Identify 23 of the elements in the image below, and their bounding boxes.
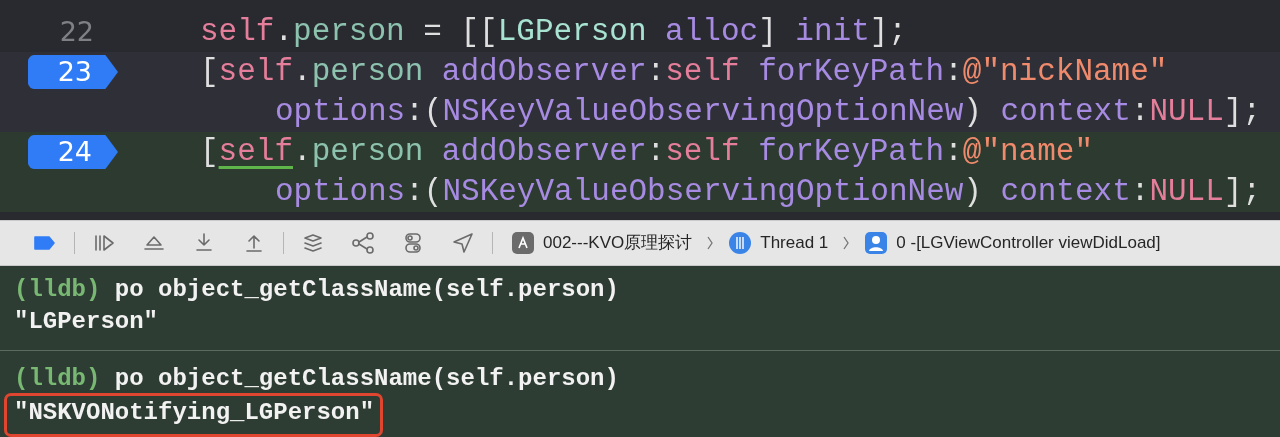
breadcrumb-item[interactable]: Thread 1 [760,230,829,256]
console-command: (lldb) po object_getClassName(self.person) [14,364,620,394]
console-command: (lldb) po object_getClassName(self.person) [14,275,620,305]
stacked-layers-icon[interactable] [301,231,325,255]
code-line: options:(NSKeyValueObservingOptionNew) context:NULL]; [274,92,1262,131]
console-output: "NSKVONotifying_LGPerson" [14,398,375,428]
chevron-icon [842,235,851,251]
console-output: "LGPerson" [14,307,160,337]
line-number: 22 [58,14,94,49]
app-icon [511,231,535,255]
breakpoint-marker[interactable]: 23 [28,55,118,89]
breadcrumb-item[interactable]: 0 -[LGViewController viewDidLoad] [896,230,1161,256]
breakpoint-marker[interactable]: 24 [28,135,118,169]
person-icon [864,231,889,255]
graph-nodes-icon[interactable] [351,231,375,255]
location-arrow-icon[interactable] [451,231,475,255]
chevron-icon [706,235,715,251]
code-line: [self.person addObserver:self forKeyPath:@"name" [200,132,1094,171]
code-line: self.person = [[LGPerson alloc] init]; [200,12,907,51]
code-line: [self.person addObserver:self forKeyPath:@"nickName" [200,52,1168,91]
thread-icon [728,231,753,255]
code-line: options:(NSKeyValueObservingOptionNew) context:NULL]; [274,172,1262,211]
breadcrumb-item[interactable]: 002---KVO原理探讨 [543,230,693,256]
